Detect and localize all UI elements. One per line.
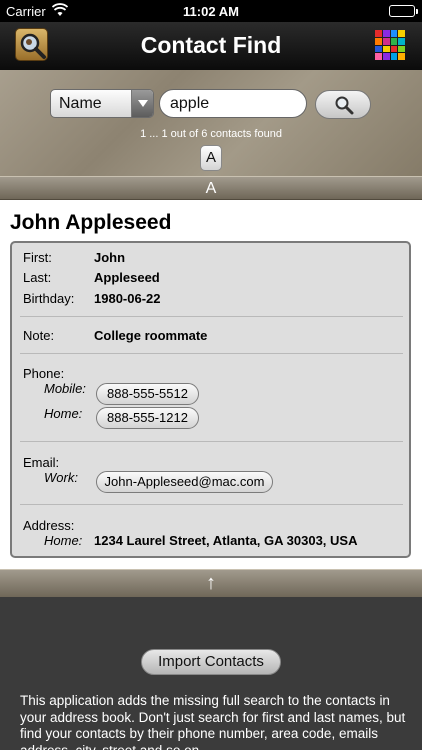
search-panel: Name 1 ... 1 out of 6 contacts found A (0, 70, 422, 176)
address-home-label: Home: (44, 533, 83, 548)
search-field-select-value: Name (59, 95, 102, 112)
address-label: Address: (23, 518, 75, 533)
clock: 11:02 AM (183, 4, 239, 19)
address-home-value: 1234 Laurel Street, Atlanta, GA 30303, U… (94, 533, 358, 548)
phone-home-button[interactable]: 888-555-1212 (96, 407, 199, 429)
divider (20, 353, 403, 354)
email-work-button[interactable]: John-Appleseed@mac.com (96, 471, 273, 493)
info-panel: Import Contacts This application adds th… (0, 597, 422, 750)
phone-label: Phone: (23, 366, 65, 381)
note-label: Note: (23, 328, 55, 343)
birthday-label: Birthday: (23, 291, 75, 306)
note-value: College roommate (94, 328, 208, 343)
search-icon (335, 96, 354, 115)
import-contacts-button[interactable]: Import Contacts (141, 649, 281, 675)
search-input[interactable] (159, 89, 307, 118)
battery-icon (389, 5, 418, 17)
color-grid-icon[interactable] (375, 30, 405, 60)
section-header: A (0, 176, 422, 200)
results-count: 1 ... 1 out of 6 contacts found (140, 128, 282, 140)
arrow-up-icon: ↑ (206, 572, 216, 594)
contact-card: First: John Last: Appleseed Birthday: 19… (10, 241, 411, 558)
last-name-label: Last: (23, 270, 52, 285)
birthday-value: 1980-06-22 (94, 291, 161, 306)
first-name-value: John (94, 250, 126, 265)
scroll-to-top-button[interactable]: ↑ (0, 569, 422, 597)
nav-bar: Contact Find (0, 22, 422, 70)
page-title: Contact Find (140, 32, 282, 58)
search-button[interactable] (315, 90, 371, 119)
status-bar: Carrier 11:02 AM (0, 0, 422, 22)
email-work-label: Work: (44, 470, 78, 485)
last-name-value: Appleseed (94, 270, 160, 285)
contact-name: John Appleseed (10, 211, 172, 234)
app-description: This application adds the missing full s… (20, 693, 406, 750)
divider (20, 441, 403, 442)
email-label: Email: (23, 455, 60, 470)
chevron-down-icon (131, 90, 153, 117)
phone-mobile-button[interactable]: 888-555-5512 (96, 383, 199, 405)
divider (20, 504, 403, 505)
divider (20, 316, 403, 317)
index-button[interactable]: A (200, 145, 222, 171)
phone-mobile-label: Mobile: (44, 381, 86, 396)
phone-home-label: Home: (44, 406, 83, 421)
search-field-select[interactable]: Name (50, 89, 154, 118)
first-name-label: First: (23, 250, 52, 265)
